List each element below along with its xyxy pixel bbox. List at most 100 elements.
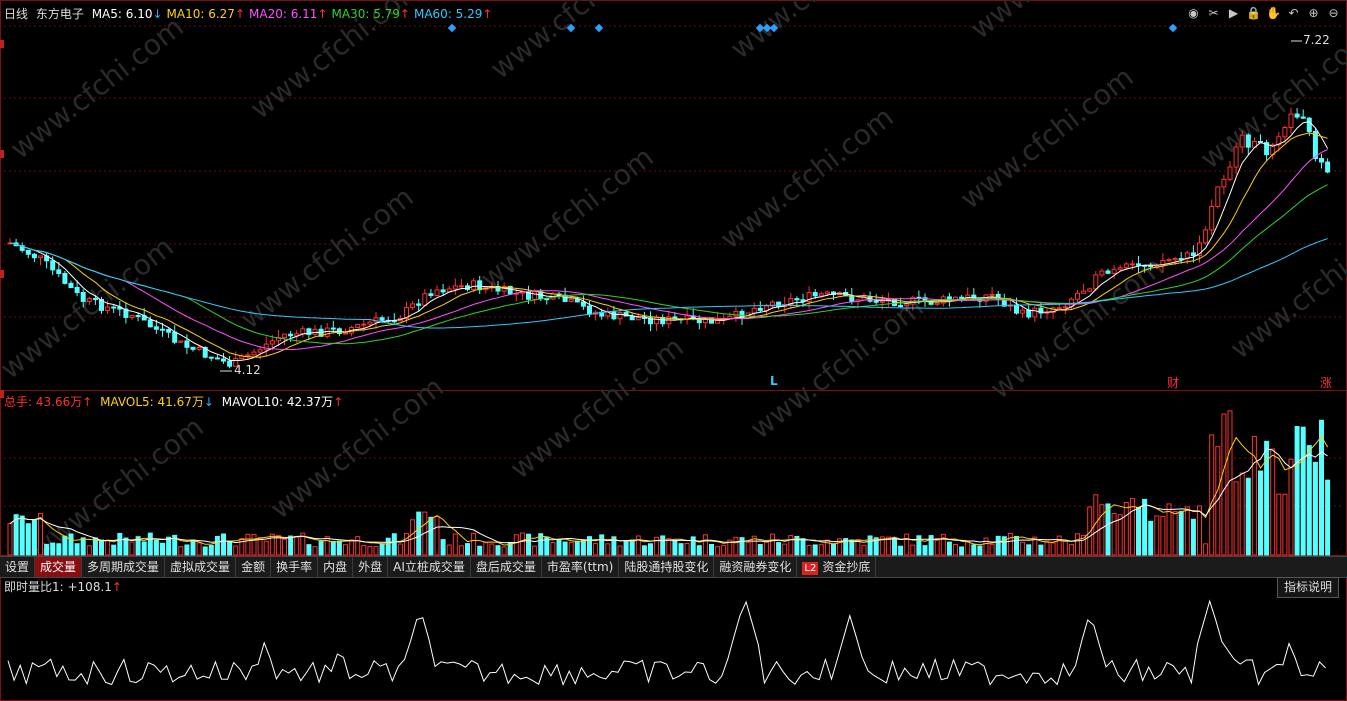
volume-bar — [1276, 493, 1282, 556]
volume-bar — [763, 541, 769, 556]
candle-body — [1282, 127, 1288, 138]
tab-4[interactable]: 金额 — [236, 557, 272, 577]
tab-7[interactable]: 外盘 — [353, 557, 389, 577]
lock-icon[interactable]: 🔒 — [1246, 5, 1261, 20]
tab-2[interactable]: 多周期成交量 — [82, 557, 166, 577]
volume-bar — [953, 543, 958, 556]
scissors-icon[interactable]: ✂ — [1206, 5, 1221, 20]
undo-icon[interactable]: ↶ — [1286, 5, 1301, 20]
volume-bar — [1154, 515, 1160, 556]
volume-bar — [25, 523, 31, 556]
volume-bar — [1068, 544, 1074, 556]
candle-body — [68, 282, 74, 289]
volume-bar — [385, 537, 391, 556]
tab-3[interactable]: 虚拟成交量 — [165, 557, 237, 577]
candle-body — [1306, 117, 1312, 133]
volume-bar — [928, 535, 934, 556]
volume-bar — [7, 523, 13, 556]
tab-8[interactable]: AI立桩成交量 — [388, 557, 471, 577]
candle-body — [434, 289, 440, 297]
watermark-text: www.cfchi.com — [484, 0, 670, 86]
candle-body — [184, 340, 190, 348]
volume-bar — [1056, 535, 1062, 556]
volume-bar — [1136, 507, 1141, 556]
volume-bar — [288, 535, 294, 556]
candle-body — [428, 293, 434, 297]
eye-icon[interactable]: ◉ — [1186, 5, 1201, 20]
volume-bar — [355, 536, 361, 556]
volume-bar — [1312, 461, 1318, 556]
volume-bar — [1258, 470, 1263, 556]
volume-bar — [1117, 514, 1123, 556]
chart-canvas[interactable]: www.cfchi.com www.cfchi.com www.cfchi.com w… — [0, 0, 1347, 701]
event-marker-l[interactable]: L — [770, 374, 778, 388]
volume-bar — [922, 545, 928, 556]
volume-bar — [434, 516, 440, 556]
volume-bar — [62, 535, 68, 556]
volume-bar — [1300, 426, 1306, 556]
volume-bar — [1172, 511, 1178, 556]
volume-bar — [818, 544, 824, 556]
play-icon[interactable]: ▶ — [1226, 5, 1241, 20]
volume-bar — [934, 537, 940, 556]
candle-body — [1312, 131, 1318, 160]
tab-12[interactable]: 融资融券变化 — [714, 557, 798, 577]
candle-body — [361, 323, 367, 326]
tab-13[interactable]: L2 资金抄底 — [797, 557, 877, 577]
volume-bar — [1148, 520, 1154, 556]
tab-1[interactable]: 成交量 — [35, 557, 83, 577]
volume-bar — [946, 541, 952, 556]
indicator-help-button[interactable]: 指标说明 — [1276, 577, 1339, 598]
candle-body — [904, 303, 910, 307]
hand-icon[interactable]: ✋ — [1266, 5, 1281, 20]
volume-bar — [343, 544, 348, 556]
candle-body — [471, 280, 477, 290]
volume-bar — [1282, 493, 1288, 556]
candle-body — [86, 298, 92, 302]
volume-bar — [1111, 513, 1117, 556]
volume-bar — [550, 541, 556, 556]
volume-bar — [111, 544, 117, 556]
period-label[interactable]: 日线 — [4, 7, 28, 21]
tab-6[interactable]: 内盘 — [318, 557, 354, 577]
volume-bar — [269, 533, 275, 556]
event-marker-finance[interactable]: 财 — [1167, 374, 1179, 391]
volume-bar — [721, 544, 727, 556]
volume-bar — [312, 546, 318, 556]
indicator-tabs: 设置 成交量 多周期成交量 虚拟成交量 金额 换手率 内盘 外盘 AI立桩成交量 盘后成交量 市盈率… — [0, 556, 1347, 578]
watermark-text: www.cfchi.com — [24, 410, 210, 565]
candle-body — [879, 300, 885, 303]
candle-body — [196, 346, 202, 350]
candle-body — [794, 298, 800, 301]
volume-bar — [1233, 481, 1239, 556]
tab-0[interactable]: 设置 — [0, 557, 36, 577]
volume-bar — [788, 535, 794, 556]
candle-body — [221, 358, 226, 362]
event-diamond — [594, 23, 604, 33]
tab-5[interactable]: 换手率 — [271, 557, 319, 577]
volume-bar — [587, 536, 592, 556]
volume-bar — [190, 539, 196, 556]
candle-body — [330, 327, 336, 330]
volume-bar — [1007, 532, 1013, 556]
candle-body — [355, 323, 361, 328]
event-marker-rise[interactable]: 涨 — [1320, 374, 1332, 391]
candle-body — [733, 310, 739, 317]
candle-body — [1087, 288, 1093, 292]
tab-9[interactable]: 盘后成交量 — [471, 557, 542, 577]
watermark-text: www.cfchi.com — [724, 0, 910, 66]
volume-bar — [526, 533, 531, 556]
candle-body — [1166, 259, 1172, 262]
tab-11[interactable]: 陆股通持股变化 — [619, 557, 715, 577]
zoom-in-icon[interactable]: ⊕ — [1306, 5, 1321, 20]
candle-body — [1233, 146, 1239, 168]
volume-bar — [672, 540, 678, 556]
volume-legend: 总手: 43.66万↑ MAVOL5: 41.67万↓ MAVOL10: 42.… — [4, 394, 347, 410]
volume-bar — [361, 545, 367, 556]
tab-10[interactable]: 市盈率(ttm) — [542, 557, 620, 577]
candle-body — [282, 333, 287, 339]
zoom-out-icon[interactable]: ⊖ — [1326, 5, 1341, 20]
mavol10: MAVOL10: 42.37万↑ — [221, 395, 344, 409]
candle-body — [288, 333, 294, 337]
candle-body — [709, 317, 714, 324]
